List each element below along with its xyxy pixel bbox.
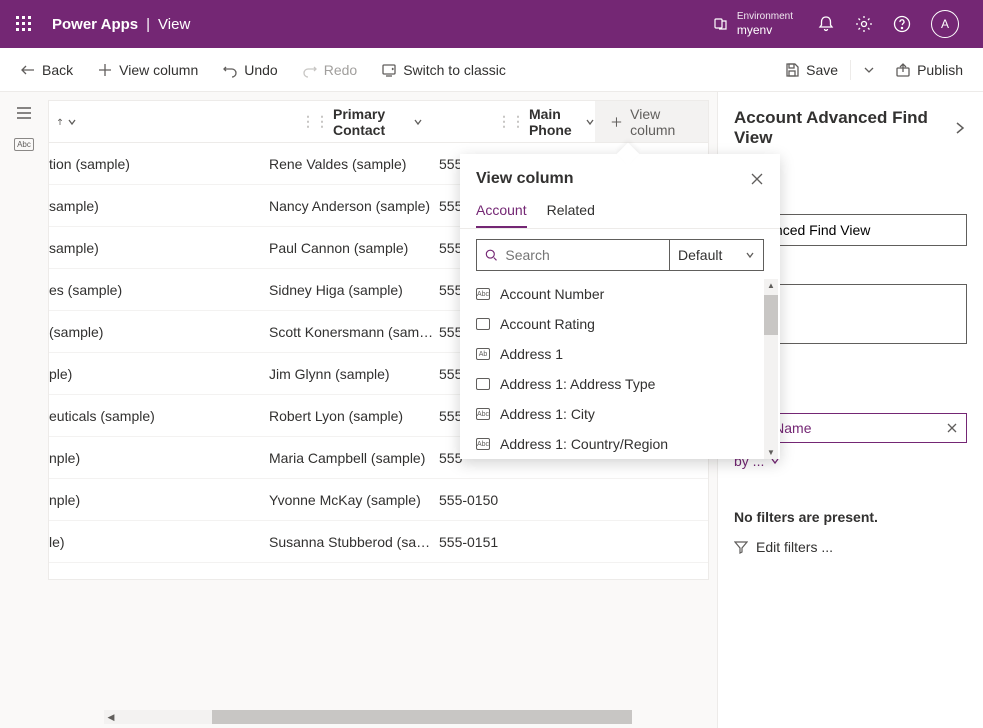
undo-button[interactable]: Undo (218, 58, 281, 82)
popover-scrollbar[interactable]: ▲ ▼ (764, 279, 778, 459)
add-view-column-button[interactable]: View column (93, 58, 202, 82)
app-header: Power Apps|View Environment myenv A (0, 0, 983, 48)
cell-account: le) (49, 534, 269, 550)
cell-account: nple) (49, 492, 269, 508)
column-option-label: Address 1 (500, 346, 563, 362)
cell-phone: 555-0151 (439, 534, 549, 550)
column-option-label: Account Rating (500, 316, 595, 332)
cell-contact: Sidney Higa (sample) (269, 282, 439, 298)
save-dropdown-button[interactable] (859, 60, 879, 80)
table-row[interactable]: le)Susanna Stubberod (samp...555-0151 (49, 521, 708, 563)
redo-button: Redo (298, 58, 361, 82)
search-field[interactable] (505, 247, 661, 263)
cell-contact: Paul Cannon (sample) (269, 240, 439, 256)
column-option[interactable]: Ab Address 1 (460, 339, 780, 369)
hamburger-icon[interactable] (15, 104, 33, 122)
scroll-thumb[interactable] (212, 710, 632, 724)
add-column-button[interactable]: View column (595, 101, 708, 142)
remove-sort-icon[interactable] (946, 422, 958, 434)
cell-contact: Robert Lyon (sample) (269, 408, 439, 424)
user-avatar[interactable]: A (931, 10, 959, 38)
field-type-icon: Ab (476, 348, 490, 360)
cell-phone: 555-0150 (439, 492, 549, 508)
cell-contact: Scott Konersmann (sample) (269, 324, 439, 340)
edit-filters-button[interactable]: Edit filters ... (734, 539, 967, 555)
column-option[interactable]: Abc Address 1: Country/Region (460, 429, 780, 459)
environment-selector[interactable]: Environment myenv (713, 11, 793, 37)
search-input[interactable] (477, 240, 669, 270)
filter-dropdown[interactable]: Default (669, 240, 763, 270)
cell-account: (sample) (49, 324, 269, 340)
tab-related[interactable]: Related (547, 196, 595, 228)
no-filters-label: No filters are present. (734, 509, 967, 525)
column-option-label: Address 1: Address Type (500, 376, 655, 392)
column-option[interactable]: Abc Account Number (460, 279, 780, 309)
view-column-popover: View column Account Related Default AbcA… (460, 154, 780, 459)
cell-account: es (sample) (49, 282, 269, 298)
cell-contact: Susanna Stubberod (samp... (269, 534, 439, 550)
settings-icon[interactable] (855, 15, 873, 33)
column-option[interactable]: Account Rating (460, 309, 780, 339)
field-type-icon[interactable]: Abc (14, 138, 34, 151)
popover-scroll-thumb[interactable] (764, 295, 778, 335)
brand-title: Power Apps|View (52, 16, 190, 33)
cell-account: tion (sample) (49, 156, 269, 172)
help-icon[interactable] (893, 15, 911, 33)
grid-header: ⋮⋮ Primary Contact ⋮⋮ Main Phone View co… (49, 101, 708, 143)
column-main-phone[interactable]: ⋮⋮ Main Phone (491, 106, 595, 138)
field-type-icon (476, 378, 490, 390)
field-type-icon: Abc (476, 288, 490, 300)
scroll-up-icon[interactable]: ▲ (764, 281, 778, 290)
scroll-left-icon[interactable]: ◀ (104, 710, 118, 724)
tab-account[interactable]: Account (476, 196, 527, 228)
notifications-icon[interactable] (817, 15, 835, 33)
column-option-label: Address 1: Country/Region (500, 436, 668, 452)
column-option-label: Address 1: City (500, 406, 595, 422)
table-row[interactable]: nple)Yvonne McKay (sample)555-0150 (49, 479, 708, 521)
popover-title: View column (476, 170, 574, 188)
sort-indicator[interactable] (49, 116, 77, 128)
cell-account: euticals (sample) (49, 408, 269, 424)
command-bar: Back View column Undo Redo Switch to cla… (0, 48, 983, 92)
pane-title: Account Advanced Find View (734, 108, 953, 148)
switch-to-classic-button[interactable]: Switch to classic (377, 58, 510, 82)
field-type-icon: Abc (476, 408, 490, 420)
save-button[interactable]: Save (780, 58, 842, 82)
collapse-pane-icon[interactable] (953, 121, 967, 135)
cell-contact: Rene Valdes (sample) (269, 156, 439, 172)
cell-contact: Nancy Anderson (sample) (269, 198, 439, 214)
publish-button[interactable]: Publish (891, 58, 967, 82)
cell-account: sample) (49, 198, 269, 214)
cell-contact: Maria Campbell (sample) (269, 450, 439, 466)
column-option-label: Account Number (500, 286, 604, 302)
app-launcher-icon[interactable] (8, 8, 40, 40)
column-option[interactable]: Address 1: Address Type (460, 369, 780, 399)
cell-contact: Jim Glynn (sample) (269, 366, 439, 382)
column-primary-contact[interactable]: ⋮⋮ Primary Contact (295, 106, 423, 138)
left-rail: Abc (0, 92, 48, 728)
cell-contact: Yvonne McKay (sample) (269, 492, 439, 508)
cell-account: ple) (49, 366, 269, 382)
back-button[interactable]: Back (16, 58, 77, 82)
field-type-icon (476, 318, 490, 330)
scroll-down-icon[interactable]: ▼ (764, 448, 778, 457)
close-icon[interactable] (750, 172, 764, 186)
cell-account: sample) (49, 240, 269, 256)
column-option[interactable]: Abc Address 1: City (460, 399, 780, 429)
horizontal-scrollbar[interactable]: ◀ ▶ (104, 710, 437, 724)
field-type-icon: Abc (476, 438, 490, 450)
cell-account: nple) (49, 450, 269, 466)
